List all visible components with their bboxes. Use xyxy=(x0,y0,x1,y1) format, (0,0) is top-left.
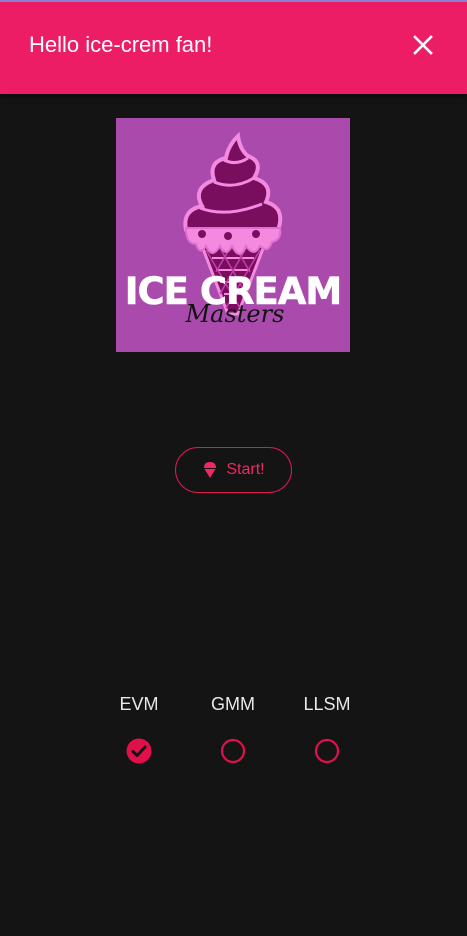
empty-circle-icon xyxy=(314,738,340,764)
app-screen: Hello ice-crem fan! ICE CREAM Masters St… xyxy=(0,0,467,936)
close-icon xyxy=(413,34,433,60)
option-gmm-label: GMM xyxy=(211,694,255,714)
option-llsm-label: LLSM xyxy=(303,694,351,714)
start-button[interactable]: Start! xyxy=(175,447,292,493)
logo-subtitle-text: Masters xyxy=(185,300,285,328)
page-title: Hello ice-crem fan! xyxy=(29,32,213,57)
option-gmm: GMM xyxy=(193,690,273,764)
empty-circle-icon xyxy=(220,738,246,764)
close-button[interactable] xyxy=(404,28,442,66)
option-gmm-radio[interactable] xyxy=(220,738,246,764)
checked-circle-icon xyxy=(126,738,152,764)
option-evm-radio[interactable] xyxy=(126,738,152,764)
ice-cream-icon xyxy=(202,461,218,479)
ice-cream-masters-logo: ICE CREAM Masters xyxy=(116,118,350,352)
option-evm: EVM xyxy=(99,690,179,764)
app-bar: Hello ice-crem fan! xyxy=(0,0,467,94)
option-llsm: LLSM xyxy=(287,690,367,764)
option-llsm-radio[interactable] xyxy=(314,738,340,764)
ice-cream-cone-icon: ICE CREAM Masters xyxy=(124,131,343,328)
option-evm-label: EVM xyxy=(119,694,159,714)
start-button-label: Start! xyxy=(226,461,265,478)
